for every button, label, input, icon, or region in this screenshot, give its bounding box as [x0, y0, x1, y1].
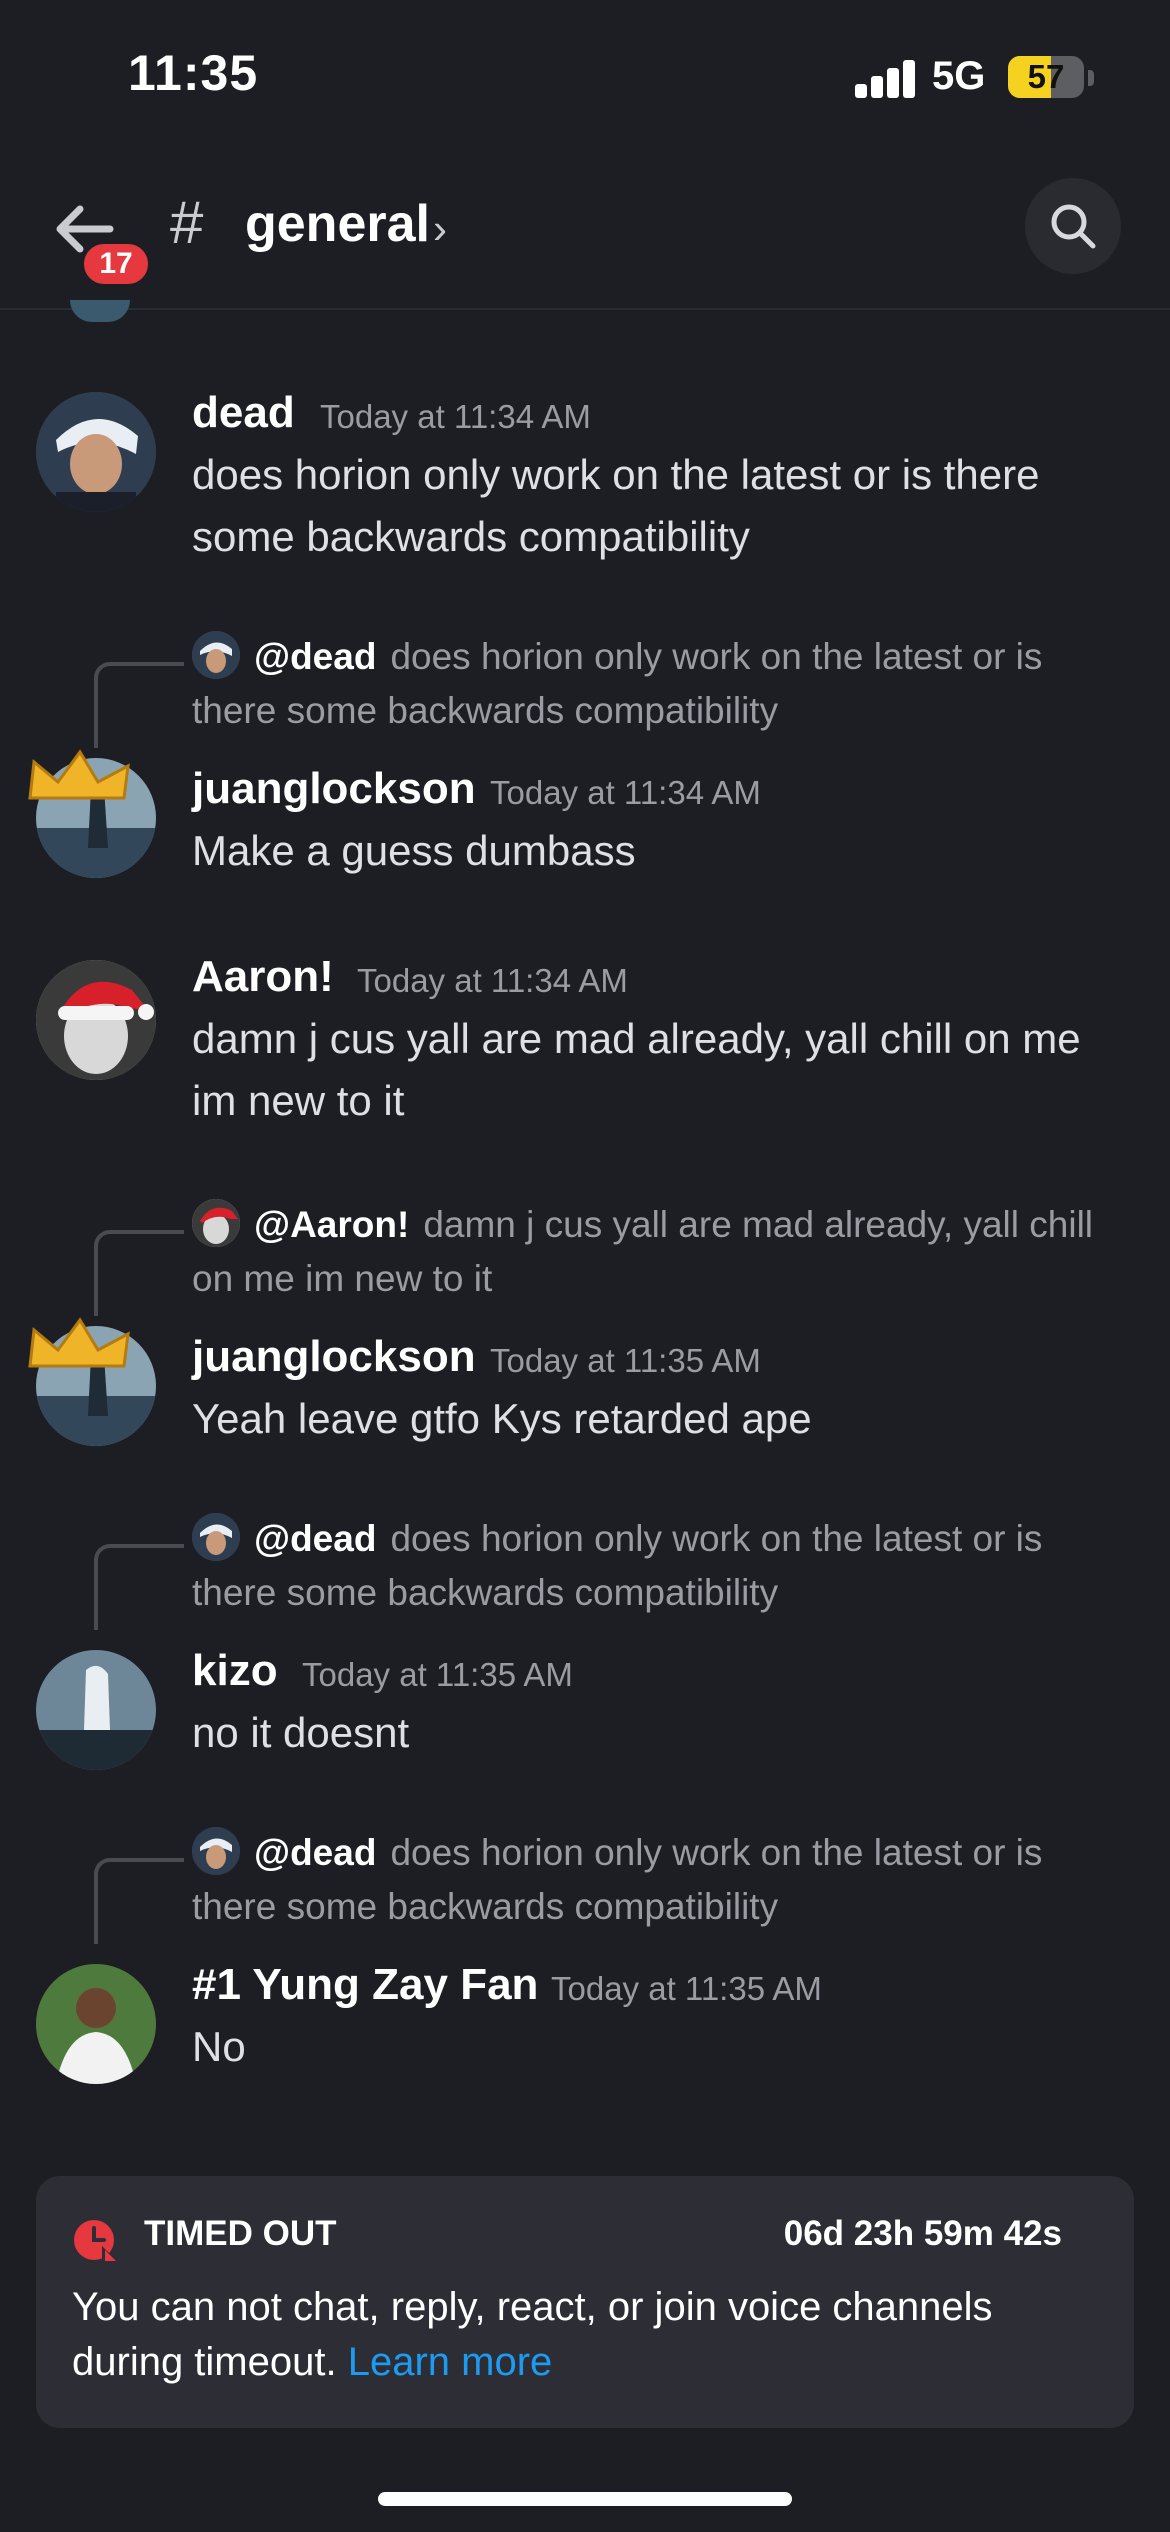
avatar[interactable] [36, 960, 156, 1080]
avatar[interactable] [36, 1964, 156, 2084]
reply-avatar [192, 1827, 240, 1876]
timestamp: Today at 11:34 AM [357, 962, 628, 999]
status-bar: 11:35 5G 57 [0, 0, 1170, 150]
signal-icon [855, 58, 915, 98]
avatar-partial [70, 300, 130, 322]
reply-preview[interactable]: @dead does horion only work on the latest… [192, 1826, 1132, 1934]
avatar[interactable] [36, 1650, 156, 1770]
reply-mention: @dead [254, 1518, 377, 1559]
username[interactable]: Aaron! [192, 952, 334, 1002]
avatar[interactable] [36, 392, 156, 512]
home-indicator[interactable] [378, 2492, 792, 2506]
username[interactable]: juanglockson [192, 764, 476, 814]
hash-icon: # [170, 189, 204, 256]
reply-mention: @dead [254, 636, 377, 677]
battery-percent: 57 [1027, 58, 1065, 95]
timestamp: Today at 11:35 AM [490, 1342, 761, 1379]
crown-icon [28, 749, 130, 800]
reply-avatar [192, 1513, 240, 1562]
search-button[interactable] [1025, 178, 1121, 274]
reply-avatar [192, 1199, 240, 1248]
reply-preview[interactable]: @dead does horion only work on the latest… [192, 1512, 1132, 1620]
reply-avatar [192, 631, 240, 680]
message-text: does horion only work on the latest or i… [192, 451, 1040, 560]
reply-mention: @dead [254, 1832, 377, 1873]
message-text: Yeah leave gtfo Kys retarded ape [192, 1395, 812, 1442]
username[interactable]: dead [192, 388, 295, 438]
timeout-clock-icon [74, 2220, 118, 2262]
crown-icon [28, 1317, 130, 1368]
chevron-right-icon[interactable]: › [433, 205, 447, 253]
network-label: 5G [932, 54, 986, 98]
message-text: No [192, 2023, 246, 2070]
timeout-message: You can not chat, reply, react, or join … [72, 2280, 1092, 2390]
reply-preview[interactable]: @Aaron! damn j cus yall are mad already, … [192, 1198, 1132, 1306]
message-text: damn j cus yall are mad already, yall ch… [192, 1015, 1081, 1124]
timestamp: Today at 11:34 AM [490, 774, 761, 811]
reply-preview[interactable]: @dead does horion only work on the latest… [192, 630, 1132, 738]
status-time: 11:35 [128, 45, 259, 101]
message-text: no it doesnt [192, 1709, 410, 1756]
battery-icon: 57 [1008, 56, 1084, 98]
message-text: Make a guess dumbass [192, 827, 636, 874]
timestamp: Today at 11:34 AM [320, 398, 591, 435]
channel-name[interactable]: general [245, 194, 430, 254]
search-icon [1051, 204, 1096, 249]
reply-mention: @Aaron! [254, 1204, 410, 1245]
unread-badge: 17 [80, 240, 152, 288]
username[interactable]: #1 Yung Zay Fan [192, 1960, 538, 2010]
channel-header: 17 # general › [0, 150, 1170, 310]
timestamp: Today at 11:35 AM [302, 1656, 573, 1693]
timeout-banner: TIMED OUT 06d 23h 59m 42s You can not ch… [36, 2176, 1134, 2428]
timestamp: Today at 11:35 AM [551, 1970, 822, 2007]
learn-more-link[interactable]: Learn more [348, 2340, 553, 2384]
username[interactable]: kizo [192, 1646, 278, 1696]
timeout-title: TIMED OUT [144, 2214, 337, 2253]
username[interactable]: juanglockson [192, 1332, 476, 1382]
timeout-countdown: 06d 23h 59m 42s [783, 2214, 1062, 2253]
